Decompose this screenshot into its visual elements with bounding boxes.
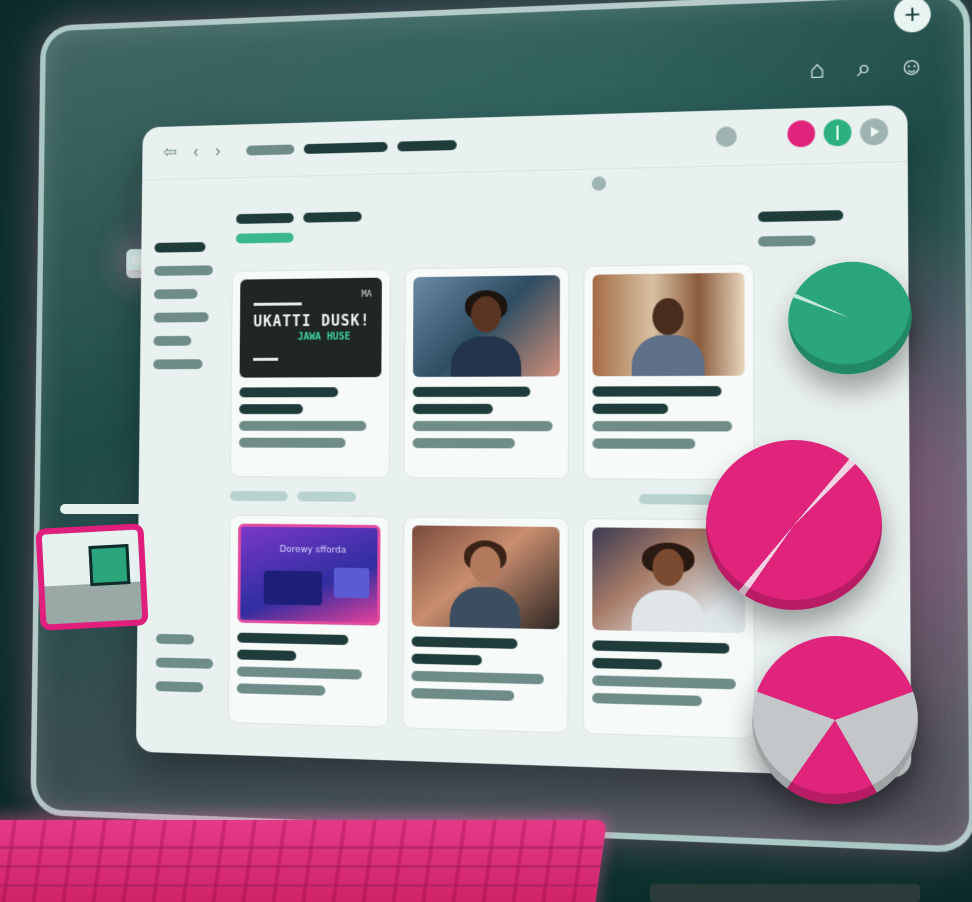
slide-thumbnail: Dorewy sfforda (237, 523, 381, 626)
right-panel-bar[interactable] (758, 210, 844, 223)
card-title-bar (592, 640, 730, 654)
card-text-bar (412, 438, 516, 449)
card-subtitle-bar (592, 403, 669, 414)
sidebar-item[interactable] (154, 265, 213, 276)
card-meta (236, 632, 380, 698)
card-meta (412, 386, 560, 449)
toolbar-bar[interactable] (397, 140, 457, 152)
card-subtitle-bar (412, 403, 494, 414)
row2-label (297, 491, 357, 502)
sidebar-item[interactable] (155, 681, 204, 693)
slide-block (263, 570, 323, 606)
right-panel (758, 210, 844, 247)
slide-block (333, 567, 370, 599)
row2-label (638, 493, 713, 505)
card-text-bar (411, 688, 515, 702)
card-text-bar (236, 683, 325, 696)
toolbar-bar[interactable] (303, 141, 388, 154)
content-card[interactable] (403, 265, 570, 480)
pause-button[interactable] (823, 118, 852, 147)
top-icon-bar: ⌂ ⌕ ☺ (802, 52, 927, 85)
sidebar-bottom (155, 633, 214, 693)
sidebar-item[interactable] (155, 657, 214, 669)
featured-title: UKATTI DUSK! (253, 311, 371, 331)
monitor-stand (650, 884, 920, 902)
sidebar-item[interactable] (153, 359, 203, 370)
card-text-bar (236, 666, 363, 680)
right-panel-bar[interactable] (758, 235, 816, 247)
sidebar-item[interactable] (154, 242, 206, 253)
row2-header (229, 490, 755, 506)
record-button[interactable] (787, 119, 816, 148)
toolbar-bar[interactable] (246, 144, 295, 156)
person-silhouette (631, 290, 705, 377)
card-title-bar (592, 386, 722, 397)
sidebar-item[interactable] (153, 288, 198, 300)
card-text-bar (592, 692, 703, 707)
card-text-bar (411, 670, 545, 685)
widget-square (88, 544, 131, 587)
section-title-bar (236, 213, 294, 224)
person-silhouette (631, 542, 705, 633)
toolbar-bars (246, 140, 457, 156)
card-text-bar (592, 421, 733, 432)
active-filter-chip[interactable] (235, 232, 294, 244)
content-card[interactable] (402, 516, 569, 734)
floating-widget[interactable] (35, 523, 149, 631)
keyboard (0, 820, 608, 902)
pink-pie-chart (706, 440, 882, 610)
card-text-bar (412, 421, 553, 432)
thumb-line (253, 302, 302, 306)
mixed-pie-chart (752, 636, 918, 804)
sidebar-item[interactable] (156, 633, 195, 645)
card-title-bar (239, 387, 339, 398)
card-subtitle-bar (592, 657, 663, 670)
card-text-bar (238, 437, 346, 448)
card-meta (238, 387, 381, 448)
card-text-bar (239, 420, 367, 431)
sidebar-item[interactable] (153, 312, 209, 323)
content-card[interactable]: Dorewy sfforda (227, 514, 390, 728)
card-subtitle-bar (239, 404, 303, 415)
portrait-thumbnail (412, 275, 560, 377)
home-icon[interactable]: ⌂ (802, 56, 832, 86)
scene: + ⌂ ⌕ ☺ ⇦ ‹ › MA UKATTI DUSK! JAWA HUSE … (0, 0, 972, 902)
toolbar-status-dot (715, 126, 737, 148)
content-card[interactable]: MA UKATTI DUSK! JAWA HUSE (230, 268, 391, 479)
search-icon[interactable]: ⌕ (849, 54, 879, 84)
section-title-bar (303, 211, 362, 223)
person-silhouette (449, 540, 521, 629)
sidebar-item[interactable] (153, 335, 192, 346)
featured-subtitle: JAWA HUSE (297, 331, 351, 343)
card-subtitle-bar (411, 653, 482, 666)
card-meta (592, 386, 744, 449)
card-text-bar (592, 438, 696, 449)
card-meta (592, 640, 745, 707)
card-title-bar (411, 636, 518, 649)
content-card[interactable] (583, 263, 755, 481)
thumb-line (253, 357, 279, 361)
play-button[interactable] (860, 117, 889, 146)
window-controls (787, 117, 889, 148)
sidebar (153, 242, 220, 370)
portrait-thumbnail (411, 525, 560, 630)
card-title-bar (412, 386, 531, 397)
portrait-thumbnail (592, 272, 745, 377)
content-grid: MA UKATTI DUSK! JAWA HUSE Dorewy sfforda (227, 263, 756, 740)
header-dot (591, 176, 607, 191)
person-silhouette (450, 289, 522, 377)
floating-bar (60, 504, 160, 514)
slide-title: Dorewy sfforda (279, 544, 347, 556)
featured-thumbnail: MA UKATTI DUSK! JAWA HUSE (239, 277, 382, 378)
user-icon[interactable]: ☺ (896, 52, 927, 82)
card-meta (411, 636, 559, 702)
section-header (235, 211, 362, 244)
card-subtitle-bar (237, 649, 297, 661)
row2-label (229, 490, 288, 502)
nav-arrows[interactable]: ⇦ ‹ › (163, 140, 227, 162)
card-tag: MA (361, 289, 373, 300)
card-text-bar (592, 675, 737, 690)
card-title-bar (237, 632, 349, 646)
